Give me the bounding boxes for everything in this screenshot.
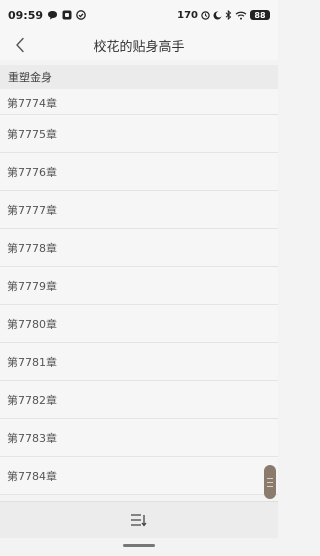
chapter-item[interactable]: 第7782章 bbox=[0, 381, 278, 419]
status-right: 170 88 bbox=[177, 10, 270, 21]
chapter-item[interactable]: 第7775章 bbox=[0, 115, 278, 153]
chapter-item[interactable]: 第7781章 bbox=[0, 343, 278, 381]
sort-order-icon bbox=[130, 513, 148, 527]
grip-line bbox=[267, 477, 273, 479]
chapter-title: 第7774章 bbox=[7, 97, 57, 110]
chapter-title: 第7775章 bbox=[7, 127, 57, 141]
status-time: 09:59 bbox=[8, 8, 44, 22]
dnd-icon bbox=[213, 11, 222, 20]
status-bar: 09:59 170 88 bbox=[0, 0, 278, 30]
chat-notification-icon bbox=[47, 10, 58, 20]
bottom-toolbar bbox=[0, 501, 278, 538]
chapter-item[interactable]: 第7783章 bbox=[0, 419, 278, 457]
chapter-title: 第7778章 bbox=[7, 241, 57, 255]
chapter-title: 第7780章 bbox=[7, 317, 57, 331]
chapter-item[interactable]: 第7779章 bbox=[0, 267, 278, 305]
scroll-handle[interactable] bbox=[264, 465, 276, 499]
back-arrow-icon bbox=[15, 37, 25, 53]
alarm-icon bbox=[201, 10, 210, 20]
chapter-item[interactable]: 第7774章 bbox=[0, 89, 278, 115]
home-indicator[interactable] bbox=[123, 544, 155, 547]
chapter-item[interactable]: 第7784章 bbox=[0, 457, 278, 495]
bluetooth-icon bbox=[225, 10, 232, 20]
wifi-icon bbox=[235, 11, 247, 20]
chapter-item[interactable]: 第7776章 bbox=[0, 153, 278, 191]
chapter-title: 第7781章 bbox=[7, 355, 57, 369]
status-left: 09:59 bbox=[8, 9, 86, 22]
chapter-title: 第7779章 bbox=[7, 279, 57, 293]
check-circle-icon bbox=[76, 10, 86, 20]
page-title: 校花的贴身高手 bbox=[93, 39, 185, 55]
chapter-item[interactable]: 第7778章 bbox=[0, 229, 278, 267]
chapter-item[interactable]: 第7777章 bbox=[0, 191, 278, 229]
volume-title: 重塑金身 bbox=[8, 71, 52, 84]
back-button[interactable] bbox=[8, 34, 32, 56]
chapter-list: 第7774章 第7775章 第7776章 第7777章 第7778章 第7779章 第778… bbox=[0, 89, 278, 495]
chapter-title: 第7777章 bbox=[7, 203, 57, 217]
chapter-title: 第7783章 bbox=[7, 431, 57, 445]
grip-line bbox=[267, 481, 273, 483]
top-nav-bar: 校花的贴身高手 bbox=[0, 30, 278, 60]
network-speed: 170 bbox=[177, 9, 198, 21]
chapter-item[interactable]: 第7780章 bbox=[0, 305, 278, 343]
grip-line bbox=[267, 485, 273, 487]
chapter-title: 第7776章 bbox=[7, 165, 57, 179]
chapter-title: 第7784章 bbox=[7, 469, 57, 483]
battery-indicator: 88 bbox=[250, 10, 270, 20]
volume-header: 重塑金身 bbox=[0, 65, 278, 89]
sort-button[interactable] bbox=[127, 508, 151, 532]
chapter-title: 第7782章 bbox=[7, 393, 57, 407]
app-notification-icon bbox=[62, 10, 72, 20]
